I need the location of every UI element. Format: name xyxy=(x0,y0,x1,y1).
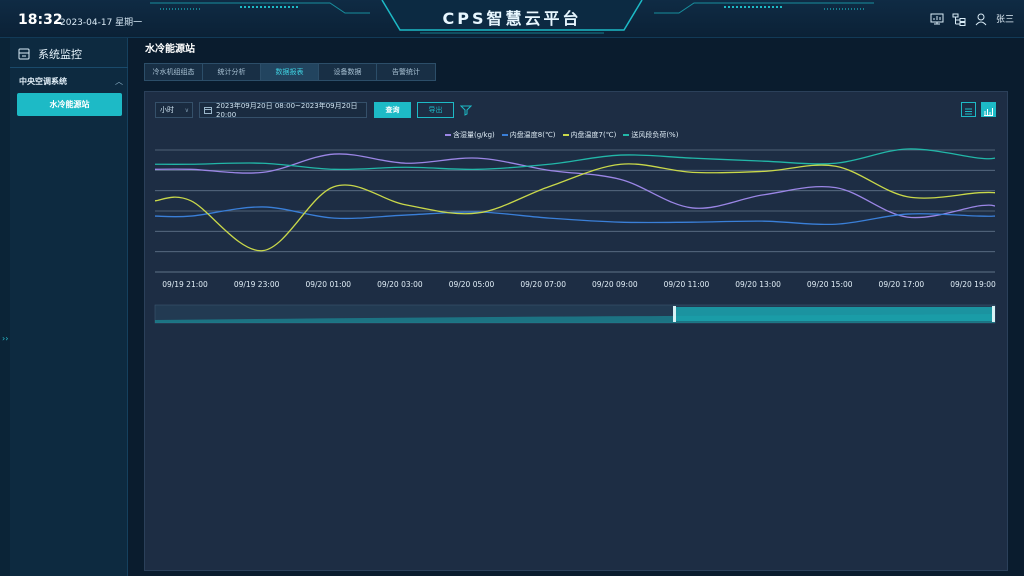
page-title: 水冷能源站 xyxy=(145,44,195,55)
x-tick-label: 09/20 19:00 xyxy=(950,280,996,289)
tab-chiller-config[interactable]: 冷水机组组态 xyxy=(145,64,203,80)
monitor-icon[interactable] xyxy=(930,11,944,25)
series-line xyxy=(154,148,996,171)
top-header: 18:32 2023-04-17 星期一 CPS智慧云平台 张三 xyxy=(0,0,1024,38)
header-decoration-left xyxy=(150,2,370,14)
report-panel: 小时 ∨ 2023年09月20日 08:00~2023年09月20日 20:00… xyxy=(144,91,1008,571)
zoom-handle-right xyxy=(992,306,995,322)
tab-device-data[interactable]: 设备数据 xyxy=(319,64,377,80)
org-chart-icon[interactable] xyxy=(952,11,966,26)
tab-data-report[interactable]: 数据报表 xyxy=(261,64,319,80)
x-tick-label: 09/20 11:00 xyxy=(664,280,710,289)
series-line xyxy=(154,163,996,252)
tab-alarm-stats[interactable]: 告警统计 xyxy=(377,64,435,80)
zoom-handle-left xyxy=(673,306,676,322)
zoom-slider-selection xyxy=(675,307,995,321)
x-tick-label: 09/20 05:00 xyxy=(449,280,495,289)
series-line xyxy=(154,153,996,219)
sidebar-group-label: 中央空调系统 xyxy=(19,77,67,86)
sidebar-group[interactable]: 中央空调系统 ︿ xyxy=(19,76,123,87)
x-tick-label: 09/19 21:00 xyxy=(162,280,208,289)
platform-title-frame: CPS智慧云平台 xyxy=(380,0,644,34)
series-line xyxy=(154,206,996,226)
monitor-box-icon xyxy=(18,48,30,60)
x-tick-label: 09/20 15:00 xyxy=(807,280,853,289)
x-tick-label: 09/20 09:00 xyxy=(592,280,638,289)
user-icon[interactable] xyxy=(974,11,988,26)
x-tick-label: 09/19 23:00 xyxy=(234,280,280,289)
divider xyxy=(10,67,128,68)
platform-title: CPS智慧云平台 xyxy=(442,9,582,28)
sidebar-title: 系统监控 xyxy=(38,48,82,61)
x-tick-label: 09/20 07:00 xyxy=(520,280,566,289)
sidebar-edge: ›› xyxy=(0,38,10,576)
sidebar-item-water-cooling-station[interactable]: 水冷能源站 xyxy=(17,93,122,116)
sidebar: 系统监控 中央空调系统 ︿ 水冷能源站 xyxy=(10,38,128,576)
x-tick-label: 09/20 01:00 xyxy=(305,280,351,289)
line-chart: 09/19 21:00 09/19 23:00 09/20 01:00 09/20 0… xyxy=(154,148,996,324)
x-tick-label: 09/20 17:00 xyxy=(879,280,925,289)
x-tick-label: 09/20 03:00 xyxy=(377,280,423,289)
tab-bar: 冷水机组组态 统计分析 数据报表 设备数据 告警统计 xyxy=(144,63,436,81)
sidebar-header: 系统监控 xyxy=(18,46,82,62)
tab-statistics[interactable]: 统计分析 xyxy=(203,64,261,80)
user-name[interactable]: 张三 xyxy=(996,12,1014,25)
chevron-up-icon[interactable]: ︿ xyxy=(115,76,123,87)
sidebar-expand-handle[interactable]: ›› xyxy=(2,334,8,343)
x-tick-label: 09/20 13:00 xyxy=(735,280,781,289)
